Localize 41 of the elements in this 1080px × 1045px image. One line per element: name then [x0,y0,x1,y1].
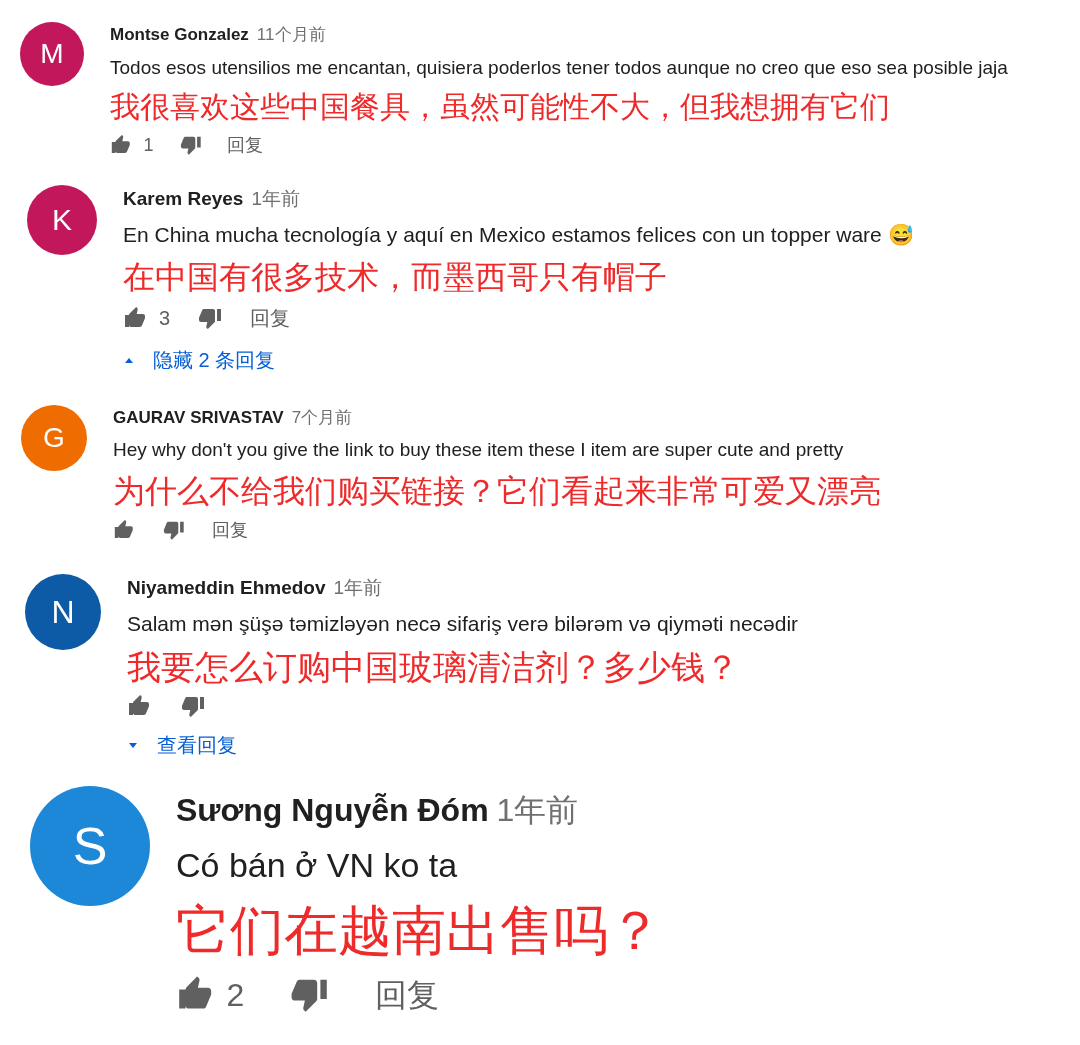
thumbs-up-icon[interactable] [110,134,132,156]
reply-button[interactable]: 回复 [212,516,249,544]
comment-text: En China mucha tecnología y aquí en Mexico estamos felices con un topper ware 😅 [123,222,914,248]
comment-time[interactable]: 1年前 [251,184,300,213]
thumbs-down-icon[interactable] [162,519,185,541]
reply-button[interactable]: 回复 [374,970,439,1019]
avatar[interactable]: S [30,786,150,906]
author-name[interactable]: Montse Gonzalez [110,22,249,48]
avatar[interactable]: N [25,573,101,650]
comment-time[interactable]: 1年前 [333,573,383,602]
avatar[interactable]: M [20,22,84,86]
thumbs-up-icon[interactable] [123,305,147,330]
author-name[interactable]: Niyameddin Ehmedov [127,573,326,602]
author-name[interactable]: GAURAV SRIVASTAV [113,404,284,430]
thumbs-down-icon[interactable] [181,694,205,718]
comment-time[interactable]: 7个月前 [291,404,353,430]
replies-toggle[interactable]: 隐藏 2 条回复 [123,344,914,375]
comment-time[interactable]: 11个月前 [256,22,326,48]
thumbs-down-icon[interactable] [179,134,202,156]
like-count: 3 [159,305,171,331]
comment-text: Salam mən şüşə təmizləyən necə sifariş verə bilərəm və qiyməti necədir [127,611,799,637]
reply-button[interactable]: 回复 [250,302,291,333]
like-count: 1 [143,133,154,157]
comment-text: Có bán ở VN ko ta [176,845,459,886]
author-name[interactable]: Karem Reyes [123,184,244,213]
comment-text: Hey why don't you give the link to buy these item these I item are super cute and pretty [113,438,845,462]
translation-annotation: 为什么不给我们购买链接？它们看起来非常可爱又漂亮 [113,471,881,511]
author-name[interactable]: Sương Nguyễn Đóm [176,786,489,834]
translation-annotation: 在中国有很多技术，而墨西哥只有帽子 [123,257,668,297]
thumbs-up-icon[interactable] [127,694,151,718]
translation-annotation: 我很喜欢这些中国餐具，虽然可能性不大，但我想拥有它们 [110,89,891,125]
like-count: 2 [226,975,245,1015]
translation-annotation: 我要怎么订购中国玻璃清洁剂？多少钱？ [127,646,740,688]
replies-toggle[interactable]: 查看回复 [127,730,799,760]
comment-text: Todos esos utensilios me encantan, quisiera poderlos tener todos aunque no creo que eso sea posible jaja [110,55,1008,80]
avatar[interactable]: G [21,404,87,471]
translation-annotation: 它们在越南出售吗？ [176,899,662,962]
comment-time[interactable]: 1年前 [496,786,579,834]
reply-button[interactable]: 回复 [227,131,264,159]
thumbs-up-icon[interactable] [113,519,135,541]
avatar[interactable]: K [27,184,97,255]
